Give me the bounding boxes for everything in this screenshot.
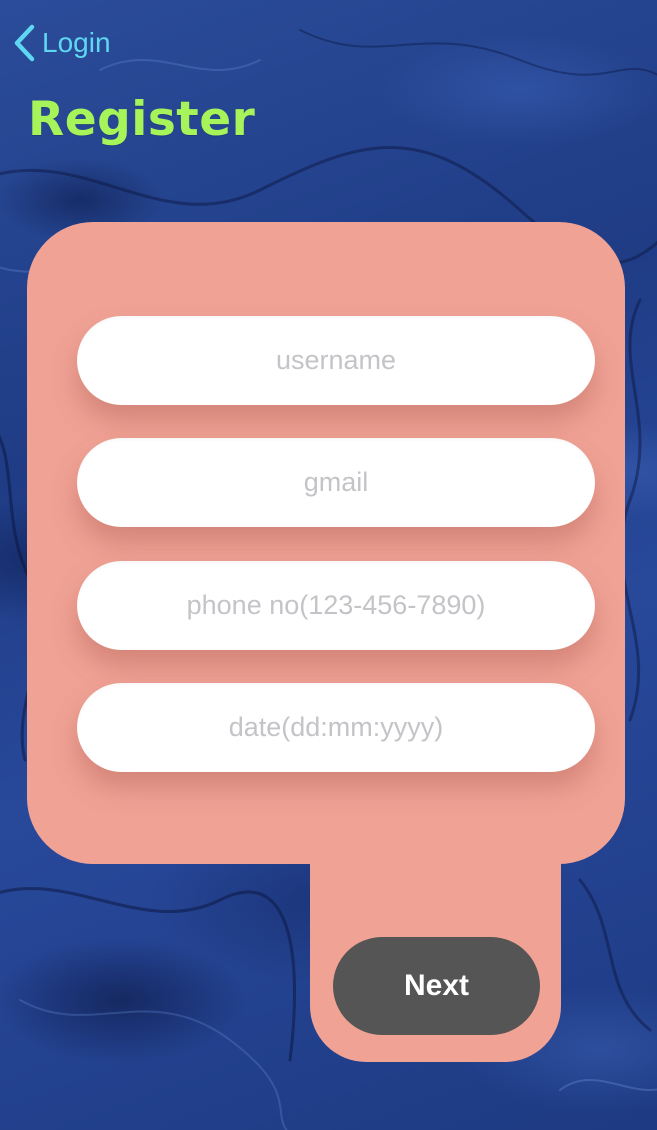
- phone-input[interactable]: [77, 561, 595, 650]
- chevron-left-icon: [12, 24, 36, 62]
- page-title: Register: [28, 92, 256, 147]
- date-input[interactable]: [77, 683, 595, 772]
- gmail-input[interactable]: [77, 438, 595, 527]
- next-button[interactable]: Next: [333, 937, 540, 1035]
- username-input[interactable]: [77, 316, 595, 405]
- back-label: Login: [42, 27, 111, 58]
- back-to-login-button[interactable]: Login: [12, 22, 111, 64]
